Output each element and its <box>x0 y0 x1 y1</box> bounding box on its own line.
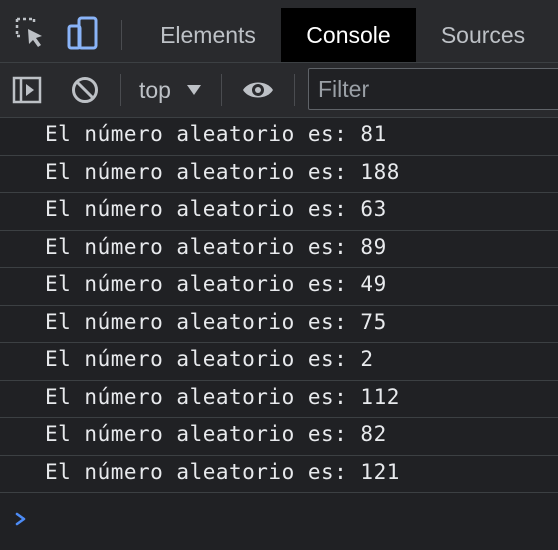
console-message-row: El número aleatorio es: 82 <box>0 418 558 456</box>
console-message-text: El número aleatorio es: 63 <box>45 197 387 221</box>
toolbar-separator <box>294 74 295 106</box>
device-toolbar-icon[interactable] <box>66 16 100 50</box>
console-message-row: El número aleatorio es: 112 <box>0 381 558 418</box>
toolbar-separator <box>221 74 222 106</box>
console-message-row: El número aleatorio es: 89 <box>0 231 558 268</box>
devtools-tabbar: Elements Console Sources <box>0 0 558 63</box>
console-message-row: El número aleatorio es: 75 <box>0 306 558 343</box>
tab-console[interactable]: Console <box>281 8 416 62</box>
console-message-text: El número aleatorio es: 2 <box>45 347 374 371</box>
tabbar-separator <box>121 20 122 50</box>
prompt-chevron-icon <box>15 512 26 526</box>
console-message-text: El número aleatorio es: 81 <box>45 122 387 146</box>
console-message-text: El número aleatorio es: 188 <box>45 159 400 184</box>
live-expression-icon[interactable] <box>241 78 275 102</box>
console-message-row: El número aleatorio es: 188 <box>0 156 558 193</box>
inspect-element-icon[interactable] <box>14 16 48 50</box>
show-sidebar-icon[interactable] <box>12 76 42 104</box>
console-message-row: El número aleatorio es: 121 <box>0 456 558 493</box>
filter-input[interactable] <box>308 68 558 110</box>
console-message-text: El número aleatorio es: 49 <box>45 272 387 296</box>
toolbar-separator <box>120 74 121 106</box>
tab-elements[interactable]: Elements <box>140 8 276 62</box>
tab-sources[interactable]: Sources <box>422 8 544 62</box>
console-message-text: El número aleatorio es: 75 <box>45 309 387 334</box>
console-messages: El número aleatorio es: 81 El número alea… <box>0 118 558 493</box>
console-message-row: El número aleatorio es: 81 <box>0 118 558 156</box>
console-message-row: El número aleatorio es: 63 <box>0 193 558 231</box>
console-message-text: El número aleatorio es: 121 <box>45 459 400 484</box>
console-message-text: El número aleatorio es: 112 <box>45 384 400 409</box>
console-message-row: El número aleatorio es: 2 <box>0 343 558 381</box>
console-message-row: El número aleatorio es: 49 <box>0 268 558 306</box>
console-message-text: El número aleatorio es: 82 <box>45 422 387 446</box>
console-message-text: El número aleatorio es: 89 <box>45 234 387 259</box>
context-selector[interactable]: top <box>139 76 171 104</box>
console-prompt[interactable] <box>0 502 558 538</box>
clear-console-icon[interactable] <box>71 76 99 104</box>
context-dropdown-icon[interactable] <box>187 85 201 95</box>
